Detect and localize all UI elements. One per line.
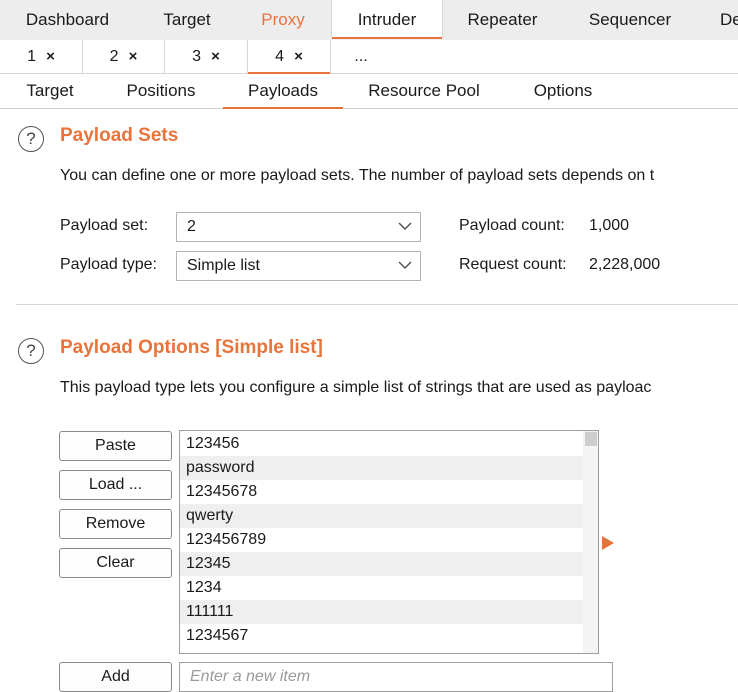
attack-tab-1[interactable]: 1 × bbox=[0, 40, 83, 73]
list-item[interactable]: 1234567 bbox=[180, 624, 584, 648]
list-item[interactable]: 1234 bbox=[180, 576, 584, 600]
new-item-input[interactable]: Enter a new item bbox=[179, 662, 613, 692]
payload-set-label: Payload set: bbox=[60, 217, 149, 234]
arrow-right-icon[interactable] bbox=[602, 536, 614, 550]
tab-dashboard[interactable]: Dashboard bbox=[0, 0, 135, 40]
load-button[interactable]: Load ... bbox=[59, 470, 172, 500]
chevron-down-icon bbox=[398, 222, 412, 231]
subtab-options[interactable]: Options bbox=[518, 74, 608, 108]
request-count-value: 2,228,000 bbox=[589, 256, 661, 273]
attack-tab-2[interactable]: 2 × bbox=[83, 40, 165, 73]
main-tab-bar: Dashboard Target Proxy Intruder Repeater… bbox=[0, 0, 738, 41]
tab-proxy[interactable]: Proxy bbox=[239, 0, 327, 40]
tab-target[interactable]: Target bbox=[135, 0, 239, 40]
attack-tab-label: 2 bbox=[109, 48, 119, 65]
close-icon[interactable]: × bbox=[211, 48, 220, 65]
subtab-target[interactable]: Target bbox=[12, 74, 88, 108]
tab-sequencer[interactable]: Sequencer bbox=[566, 0, 694, 40]
payload-count-value: 1,000 bbox=[589, 217, 630, 234]
add-button[interactable]: Add bbox=[59, 662, 172, 692]
list-item[interactable]: 123456 bbox=[180, 432, 584, 456]
help-icon[interactable]: ? bbox=[18, 126, 44, 152]
intruder-attack-tabs: 1 × 2 × 3 × 4 × ... bbox=[0, 40, 738, 74]
clear-button[interactable]: Clear bbox=[59, 548, 172, 578]
payload-set-select[interactable]: 2 bbox=[176, 212, 421, 242]
list-item[interactable]: 12345678 bbox=[180, 480, 584, 504]
attack-tab-label: 3 bbox=[192, 48, 202, 65]
help-icon[interactable]: ? bbox=[18, 338, 44, 364]
list-item[interactable]: 111111 bbox=[180, 600, 584, 624]
payload-set-value: 2 bbox=[187, 218, 196, 235]
intruder-sub-tabs: Target Positions Payloads Resource Pool … bbox=[0, 74, 738, 109]
payload-type-value: Simple list bbox=[187, 257, 260, 274]
payload-sets-title: Payload Sets bbox=[60, 125, 179, 146]
remove-button[interactable]: Remove bbox=[59, 509, 172, 539]
list-item[interactable]: 12345 bbox=[180, 552, 584, 576]
attack-tab-label: 1 bbox=[27, 48, 37, 65]
section-divider bbox=[16, 304, 738, 305]
payload-options-description: This payload type lets you configure a s… bbox=[60, 379, 652, 396]
paste-button[interactable]: Paste bbox=[59, 431, 172, 461]
subtab-payloads[interactable]: Payloads bbox=[223, 74, 343, 109]
payload-sets-description: You can define one or more payload sets.… bbox=[60, 167, 655, 184]
list-item[interactable]: 123456789 bbox=[180, 528, 584, 552]
new-tab-button[interactable]: ... bbox=[331, 40, 391, 73]
subtab-resource-pool[interactable]: Resource Pool bbox=[356, 74, 492, 108]
payload-list[interactable]: 123456 password 12345678 qwerty 12345678… bbox=[179, 430, 599, 654]
close-icon[interactable]: × bbox=[46, 48, 55, 65]
list-item[interactable]: qwerty bbox=[180, 504, 584, 528]
tab-decoder[interactable]: De bbox=[712, 0, 738, 40]
payload-count-label: Payload count: bbox=[459, 217, 565, 234]
tab-intruder[interactable]: Intruder bbox=[331, 0, 443, 39]
chevron-down-icon bbox=[398, 261, 412, 270]
tab-repeater[interactable]: Repeater bbox=[445, 0, 560, 40]
list-scrollbar[interactable] bbox=[583, 431, 598, 653]
subtab-positions[interactable]: Positions bbox=[112, 74, 210, 108]
request-count-label: Request count: bbox=[459, 256, 567, 273]
attack-tab-3[interactable]: 3 × bbox=[165, 40, 248, 73]
new-item-placeholder: Enter a new item bbox=[190, 668, 311, 685]
scrollbar-thumb[interactable] bbox=[585, 432, 597, 446]
attack-tab-4[interactable]: 4 × bbox=[248, 40, 331, 74]
close-icon[interactable]: × bbox=[294, 48, 303, 65]
payload-type-label: Payload type: bbox=[60, 256, 157, 273]
attack-tab-label: 4 bbox=[275, 48, 285, 65]
payload-type-select[interactable]: Simple list bbox=[176, 251, 421, 281]
payload-options-title: Payload Options [Simple list] bbox=[60, 337, 323, 358]
list-item[interactable]: password bbox=[180, 456, 584, 480]
close-icon[interactable]: × bbox=[129, 48, 138, 65]
